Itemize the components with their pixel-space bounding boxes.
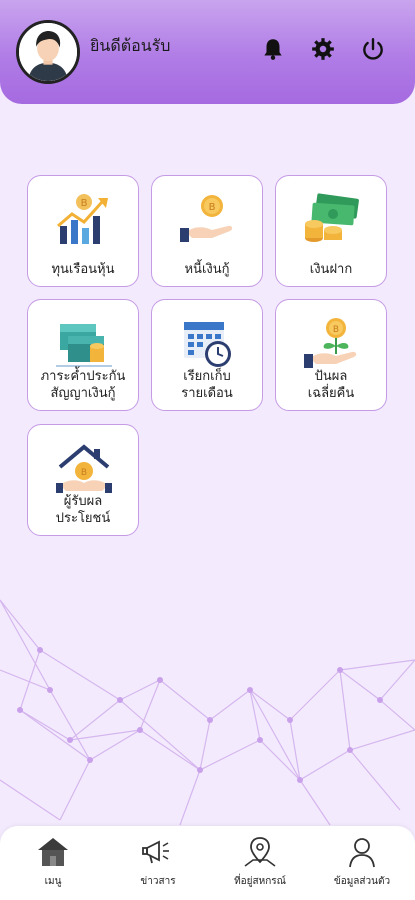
menu-tile-label: หนี้เงินกู้ bbox=[184, 262, 230, 277]
background-network-pattern bbox=[0, 599, 415, 826]
nav-item-news[interactable]: ข่าวสาร bbox=[108, 836, 208, 896]
home-icon bbox=[38, 838, 68, 866]
menu-tile-label: ปันผล เฉลี่ยคืน bbox=[307, 369, 355, 401]
menu-tile-label: ผู้รับผล ประโยชน์ bbox=[55, 494, 111, 526]
nav-label: เมนู bbox=[44, 876, 62, 887]
menu-tile-label: เงินฝาก bbox=[309, 262, 353, 277]
bell-icon[interactable] bbox=[260, 36, 286, 62]
menu-tile-share-capital[interactable]: B ทุนเรือนหุ้น bbox=[27, 175, 139, 287]
gear-icon[interactable] bbox=[310, 36, 336, 62]
megaphone-icon bbox=[142, 840, 169, 864]
nav-item-cooperative-address[interactable]: ที่อยู่สหกรณ์ bbox=[210, 836, 310, 896]
money-pile-icon bbox=[56, 324, 112, 367]
menu-tile-label: ภาระค้ำประกัน สัญญาเงินกู้ bbox=[40, 369, 126, 401]
nav-item-profile[interactable]: ข้อมูลส่วนตัว bbox=[312, 836, 412, 896]
menu-tile-loan-debt[interactable]: B หนี้เงินกู้ bbox=[151, 175, 263, 287]
coin-hand-icon: B bbox=[180, 195, 233, 242]
money-stack-icon bbox=[305, 193, 359, 242]
menu-tile-label: ทุนเรือนหุ้น bbox=[51, 262, 115, 277]
nav-item-menu[interactable]: เมนู bbox=[3, 836, 103, 896]
avatar-icon bbox=[19, 23, 77, 81]
dividend-plant-icon: B bbox=[304, 318, 357, 368]
menu-tile-dividend[interactable]: B ปันผล เฉลี่ยคืน bbox=[275, 299, 387, 411]
stock-growth-icon: B bbox=[57, 194, 108, 244]
nav-label: ที่อยู่สหกรณ์ bbox=[234, 876, 286, 887]
svg-text:B: B bbox=[81, 468, 87, 478]
menu-tile-deposit[interactable]: เงินฝาก bbox=[275, 175, 387, 287]
power-icon[interactable] bbox=[360, 36, 386, 62]
beneficiary-house-icon: B bbox=[56, 444, 112, 493]
app-header: ยินดีต้อนรับ bbox=[0, 0, 415, 104]
menu-tile-beneficiary[interactable]: B ผู้รับผล ประโยชน์ bbox=[27, 424, 139, 536]
nav-label: ข่าวสาร bbox=[140, 876, 176, 887]
svg-text:B: B bbox=[81, 198, 88, 209]
bottom-navigation: เมนู ข่าวสาร ที่อยู่สหกรณ์ ข้อมูลส่วนตัว bbox=[0, 826, 415, 900]
menu-tile-monthly-billing[interactable]: เรียกเก็บ รายเดือน bbox=[151, 299, 263, 411]
avatar[interactable] bbox=[16, 20, 80, 84]
menu-tile-label: เรียกเก็บ รายเดือน bbox=[181, 369, 233, 401]
svg-text:B: B bbox=[209, 202, 216, 213]
map-pin-icon bbox=[244, 837, 276, 867]
person-icon bbox=[349, 838, 375, 868]
greeting-text: ยินดีต้อนรับ bbox=[90, 36, 171, 55]
svg-text:B: B bbox=[333, 325, 339, 335]
calendar-clock-icon bbox=[184, 322, 231, 367]
nav-label: ข้อมูลส่วนตัว bbox=[333, 876, 391, 887]
menu-tile-loan-guarantee[interactable]: ภาระค้ำประกัน สัญญาเงินกู้ bbox=[27, 299, 139, 411]
